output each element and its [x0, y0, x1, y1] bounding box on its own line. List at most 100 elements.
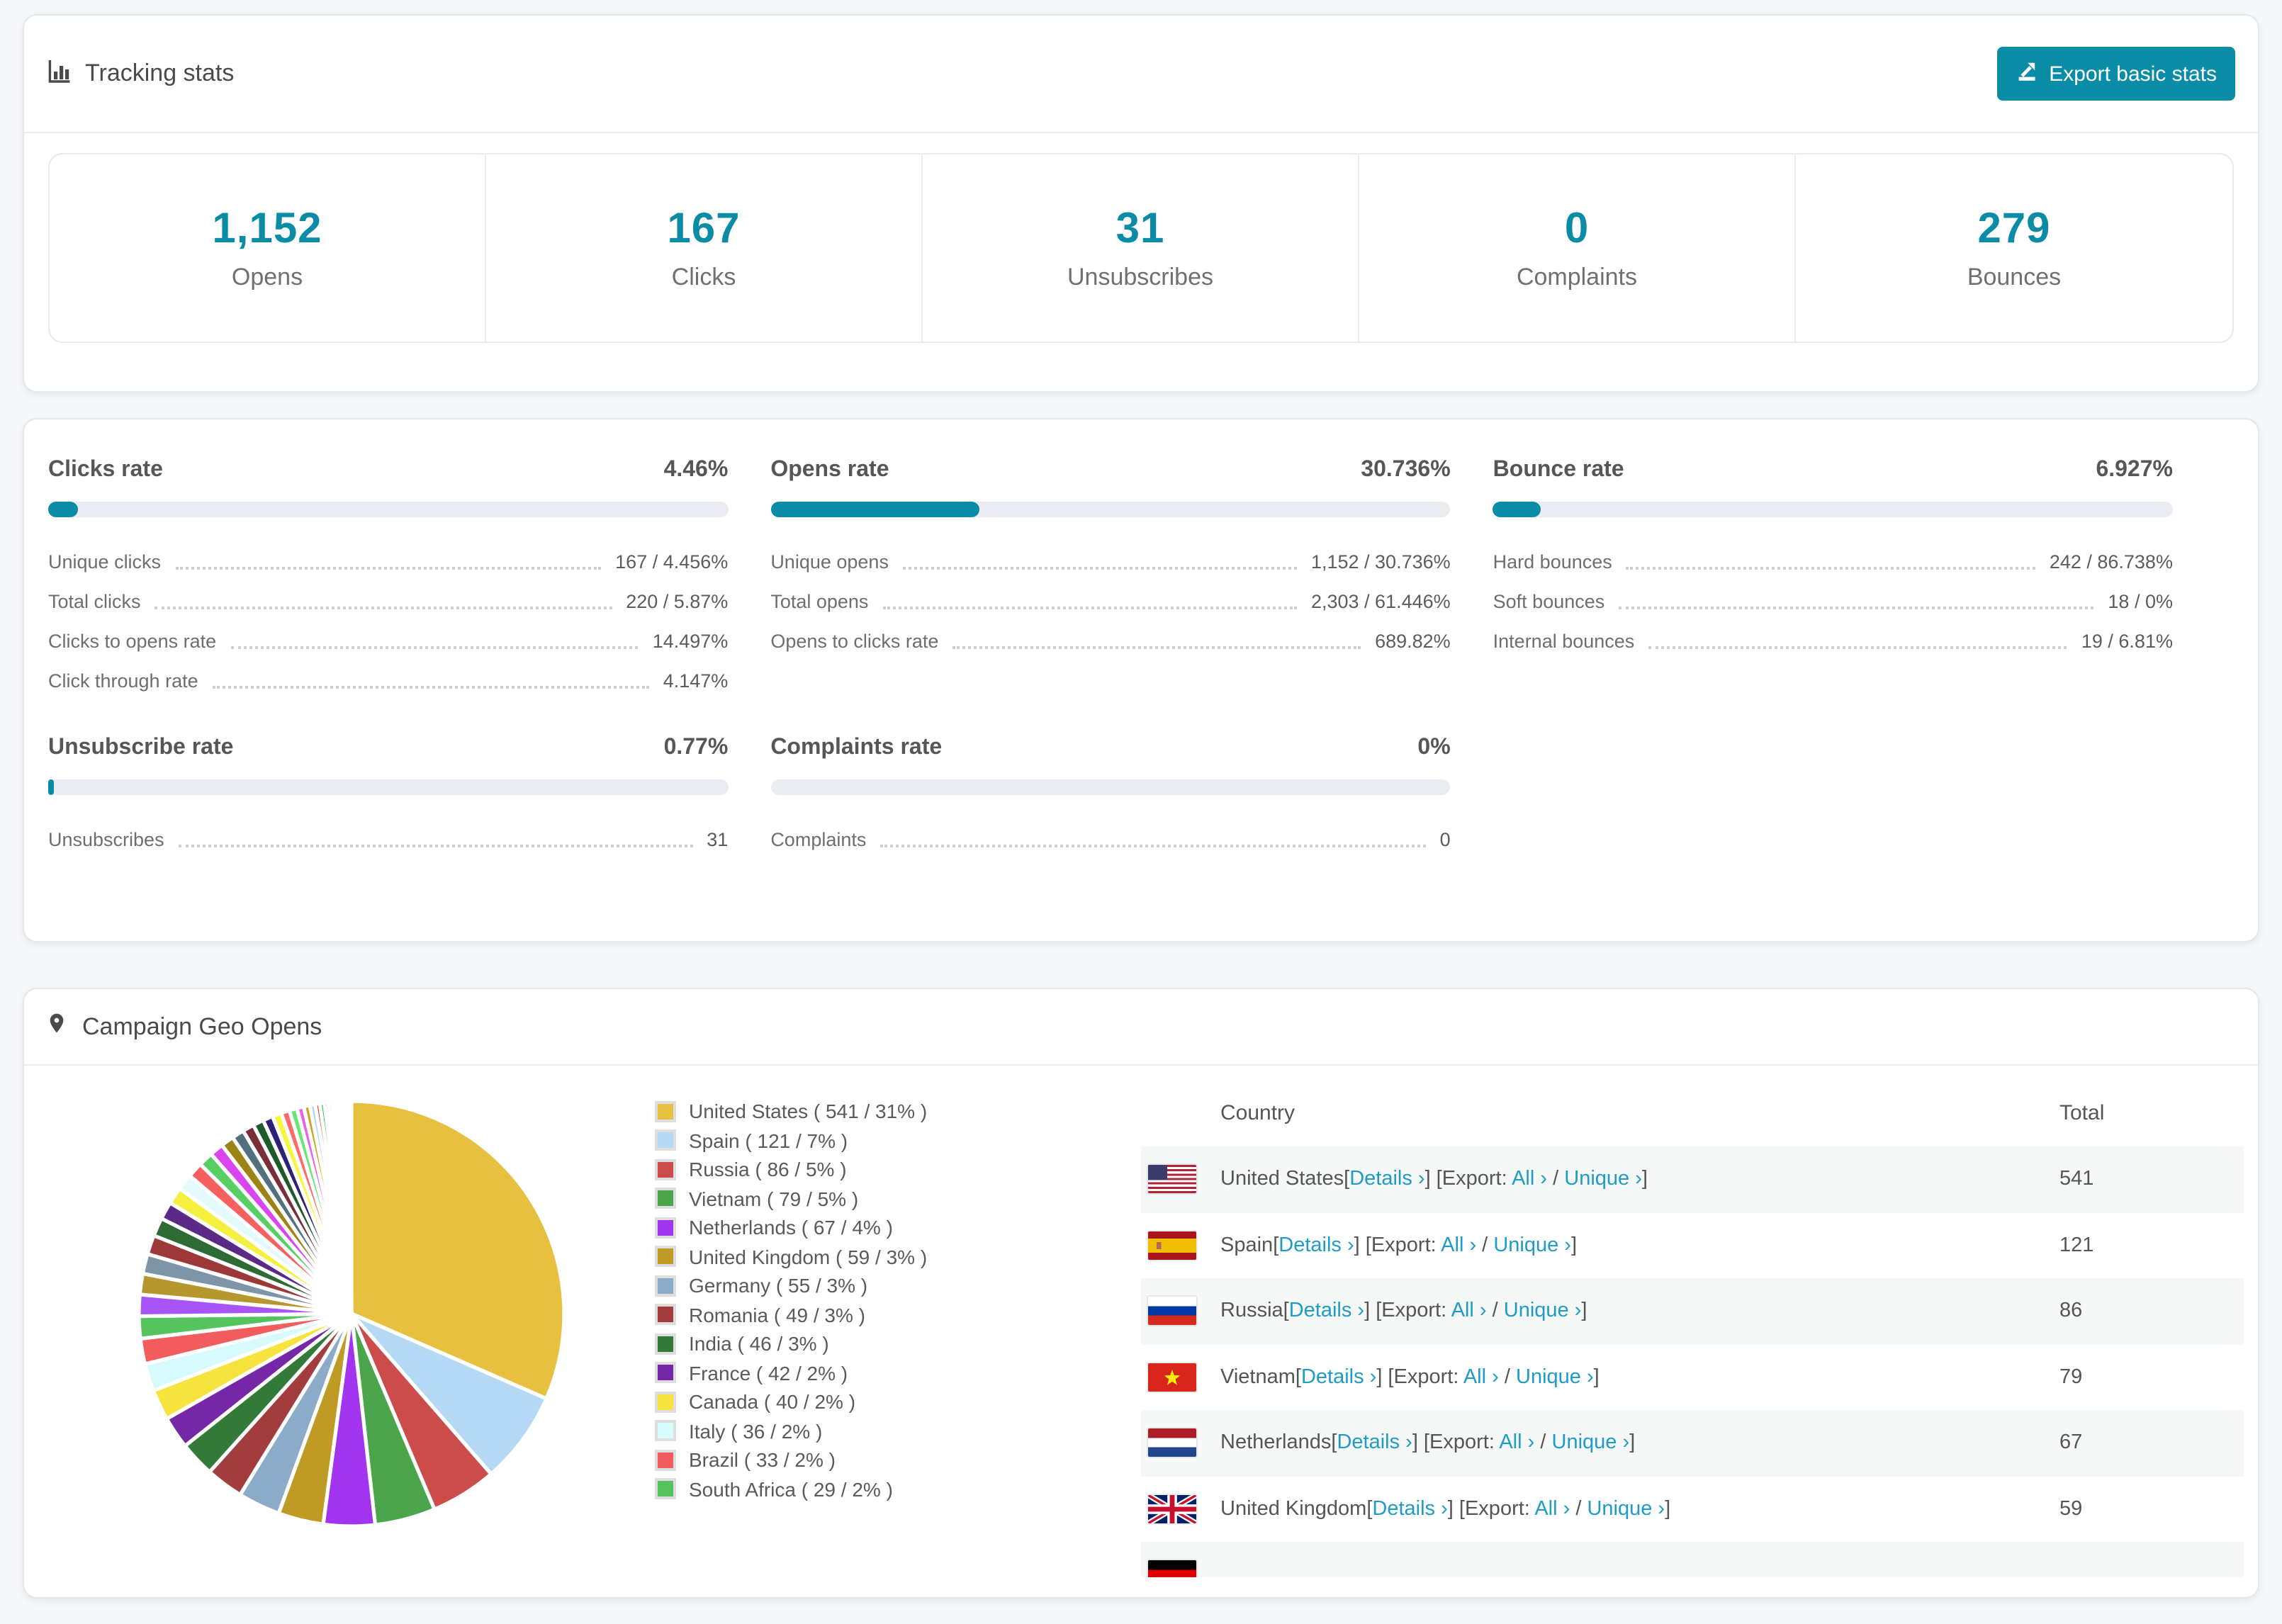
- rate-detail-value: 4.147%: [663, 670, 729, 691]
- legend-swatch: [655, 1449, 676, 1471]
- dotted-leader: [882, 607, 1297, 609]
- geo-table-header: Country Total: [1141, 1078, 2244, 1146]
- dotted-leader: [952, 646, 1361, 649]
- dotted-leader: [1619, 607, 2094, 609]
- row-links: [Details ›] [Export: All › / Unique ›]: [1283, 1299, 1587, 1323]
- opens-rate-value: 30.736%: [1361, 458, 1451, 482]
- complaints-count: 0: [1564, 205, 1590, 252]
- rate-detail-row: Clicks to opens rate 14.497%: [48, 621, 728, 660]
- export-unique-link[interactable]: Unique ›: [1516, 1366, 1594, 1389]
- legend-item[interactable]: Russia ( 86 / 5% ): [655, 1155, 927, 1184]
- export-unique-link[interactable]: Unique ›: [1552, 1432, 1630, 1455]
- export-icon: [2015, 60, 2038, 88]
- export-unique-link[interactable]: Unique ›: [1564, 1168, 1642, 1191]
- legend-item[interactable]: India ( 46 / 3% ): [655, 1329, 927, 1358]
- legend-item[interactable]: South Africa ( 29 / 2% ): [655, 1474, 927, 1504]
- opens-rate-title: Opens rate: [770, 458, 889, 482]
- export-all-link[interactable]: All ›: [1499, 1432, 1534, 1455]
- total-column-header: Total: [2059, 1100, 2105, 1124]
- country-column-header: Country: [1220, 1100, 1295, 1124]
- legend-swatch: [655, 1391, 676, 1413]
- export-all-link[interactable]: All ›: [1441, 1234, 1476, 1257]
- rate-detail-value: 167 / 4.456%: [615, 551, 729, 572]
- geo-opens-header: Campaign Geo Opens: [24, 989, 2258, 1066]
- legend-label: Germany ( 55 / 3% ): [689, 1274, 868, 1297]
- total-value: 86: [2059, 1299, 2083, 1323]
- legend-item[interactable]: Vietnam ( 79 / 5% ): [655, 1184, 927, 1213]
- clicks-count: 167: [667, 205, 741, 252]
- legend-item[interactable]: Italy ( 36 / 2% ): [655, 1416, 927, 1445]
- geo-table-row: United Kingdom [Details ›] [Export: All …: [1141, 1476, 2244, 1542]
- legend-label: Russia ( 86 / 5% ): [689, 1158, 847, 1181]
- rates-card: Clicks rate 4.46% Unique clicks 167 / 4.4…: [23, 418, 2259, 942]
- legend-label: Brazil ( 33 / 2% ): [689, 1448, 836, 1472]
- details-link[interactable]: Details ›: [1278, 1234, 1354, 1257]
- export-unique-link[interactable]: Unique ›: [1493, 1234, 1571, 1257]
- country-cell: Vietnam [Details ›] [Export: All › / Uni…: [1141, 1363, 2059, 1392]
- rate-detail-label: Internal bounces: [1493, 630, 1635, 651]
- legend-item[interactable]: Canada ( 40 / 2% ): [655, 1387, 927, 1416]
- details-link[interactable]: Details ›: [1349, 1168, 1424, 1191]
- bar-chart-icon: [47, 57, 72, 90]
- export-unique-link[interactable]: Unique ›: [1587, 1498, 1665, 1521]
- legend-item[interactable]: United States ( 541 / 31% ): [655, 1097, 927, 1126]
- rate-detail-row: Unsubscribes 31: [48, 819, 728, 859]
- flag-ru-icon: [1148, 1297, 1196, 1326]
- export-all-link[interactable]: All ›: [1463, 1366, 1499, 1389]
- geo-table-row: Spain [Details ›] [Export: All › / Uniqu…: [1141, 1212, 2244, 1278]
- legend-item[interactable]: France ( 42 / 2% ): [655, 1358, 927, 1387]
- country-name: Spain: [1220, 1234, 1274, 1257]
- geo-pie-chart: [137, 1099, 566, 1528]
- export-all-link[interactable]: All ›: [1451, 1300, 1487, 1323]
- unsubscribe-rate-value: 0.77%: [663, 735, 729, 760]
- legend-item[interactable]: Netherlands ( 67 / 4% ): [655, 1213, 927, 1242]
- legend-item[interactable]: Romania ( 49 / 3% ): [655, 1300, 927, 1329]
- tracking-stats-header: Tracking stats Export basic stats: [24, 16, 2258, 133]
- total-value: 59: [2059, 1497, 2083, 1521]
- complaints-rate-block: Complaints rate 0% Complaints 0: [770, 734, 1451, 859]
- rate-detail-row: Click through rate 4.147%: [48, 660, 728, 700]
- country-name: Netherlands: [1220, 1431, 1332, 1455]
- bounce-rate-value: 6.927%: [2096, 458, 2173, 482]
- opens-rate-block: Opens rate 30.736% Unique opens 1,152 / 3…: [770, 456, 1451, 700]
- country-name: Russia: [1220, 1299, 1283, 1323]
- legend-item[interactable]: Spain ( 121 / 7% ): [655, 1126, 927, 1155]
- export-all-link[interactable]: All ›: [1512, 1168, 1547, 1191]
- legend-swatch: [655, 1420, 676, 1442]
- total-value: 79: [2059, 1365, 2083, 1389]
- rate-detail-label: Total clicks: [48, 590, 141, 611]
- flag-de-icon: [1148, 1560, 1196, 1577]
- legend-item[interactable]: United Kingdom ( 59 / 3% ): [655, 1242, 927, 1271]
- legend-swatch: [655, 1304, 676, 1326]
- legend-item[interactable]: Germany ( 55 / 3% ): [655, 1271, 927, 1300]
- rate-detail-row: Opens to clicks rate 689.82%: [770, 621, 1450, 660]
- legend-label: United Kingdom ( 59 / 3% ): [689, 1245, 928, 1268]
- rate-detail-row: Soft bounces 18 / 0%: [1493, 581, 2173, 621]
- total-value: 67: [2059, 1431, 2083, 1455]
- clicks-label: Clicks: [671, 263, 736, 290]
- geo-table-row: [1141, 1542, 2244, 1577]
- export-basic-stats-button[interactable]: Export basic stats: [1996, 47, 2235, 101]
- rate-detail-value: 242 / 86.738%: [2049, 551, 2173, 572]
- row-links: [Details ›] [Export: All › / Unique ›]: [1273, 1234, 1577, 1257]
- clicks-rate-block: Clicks rate 4.46% Unique clicks 167 / 4.4…: [48, 456, 729, 700]
- rate-detail-label: Opens to clicks rate: [770, 630, 939, 651]
- summary-clicks: 167 Clicks: [486, 154, 923, 342]
- dotted-leader: [178, 845, 693, 847]
- summary-bounces: 279 Bounces: [1796, 154, 2232, 342]
- details-link[interactable]: Details ›: [1337, 1432, 1412, 1455]
- export-all-link[interactable]: All ›: [1534, 1498, 1570, 1521]
- export-unique-link[interactable]: Unique ›: [1504, 1300, 1582, 1323]
- rate-detail-value: 14.497%: [652, 630, 729, 651]
- rate-detail-value: 2,303 / 61.446%: [1310, 590, 1451, 611]
- legend-item[interactable]: Brazil ( 33 / 2% ): [655, 1445, 927, 1474]
- legend-swatch: [655, 1100, 676, 1122]
- country-cell: Netherlands [Details ›] [Export: All › /…: [1141, 1428, 2059, 1457]
- rate-detail-row: Total opens 2,303 / 61.446%: [770, 581, 1450, 621]
- rate-detail-label: Unsubscribes: [48, 828, 164, 850]
- total-value: 121: [2059, 1234, 2094, 1257]
- dotted-leader: [880, 845, 1426, 847]
- details-link[interactable]: Details ›: [1301, 1366, 1376, 1389]
- details-link[interactable]: Details ›: [1289, 1300, 1364, 1323]
- details-link[interactable]: Details ›: [1372, 1498, 1447, 1521]
